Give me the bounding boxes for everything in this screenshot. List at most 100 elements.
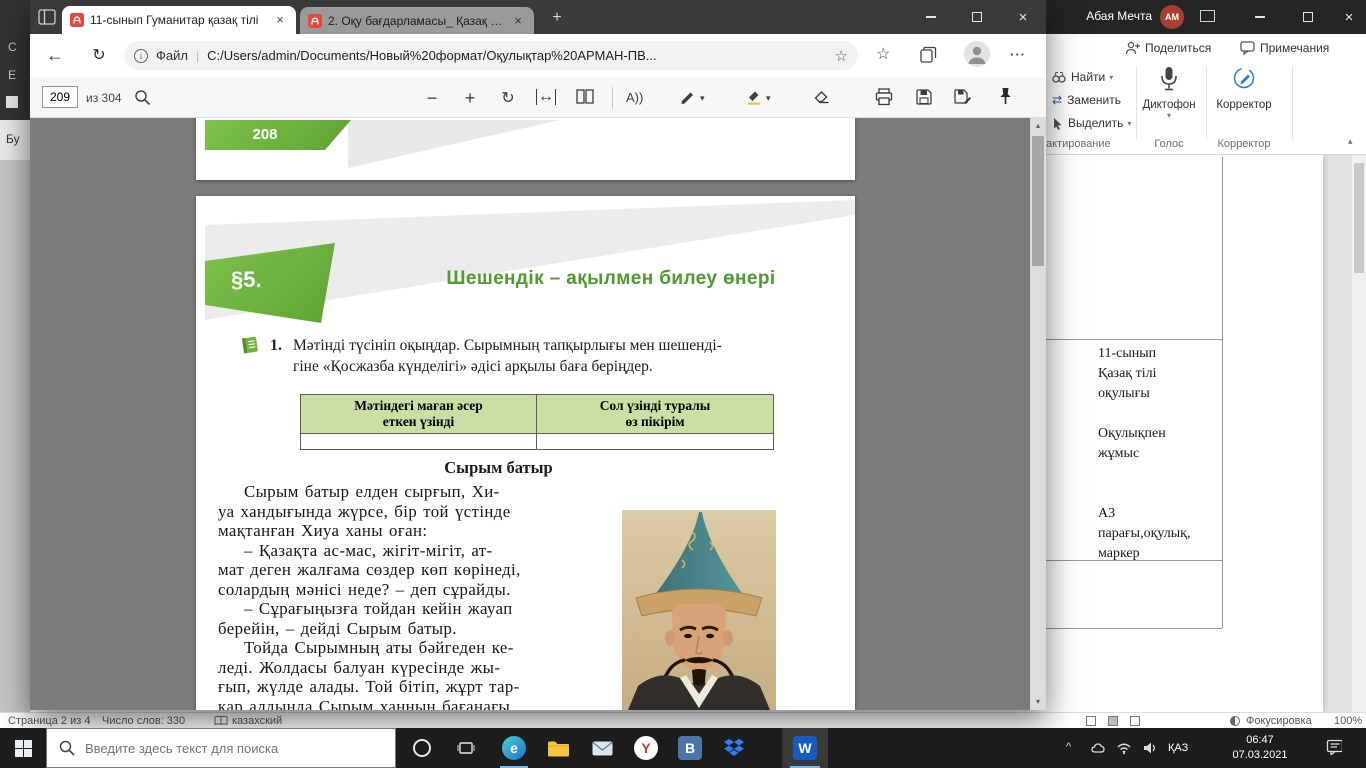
pdf-scrollbar-thumb[interactable]: [1032, 136, 1044, 266]
taskbar-mail[interactable]: [580, 728, 624, 768]
page-number-flag: 208: [205, 120, 351, 150]
taskbar-vk[interactable]: B: [668, 728, 712, 768]
address-url[interactable]: C:/Users/admin/Documents/Новый%20формат/…: [207, 48, 834, 63]
taskbar-edge[interactable]: e: [492, 728, 536, 768]
pdf-toolbar: из 304 − + ↻ ↔ A)) ▾ ▾: [30, 77, 1046, 118]
tab-close-icon[interactable]: ×: [510, 13, 526, 29]
read-aloud-icon[interactable]: A)): [626, 90, 643, 105]
start-button[interactable]: [0, 728, 46, 768]
dictate-button[interactable]: Диктофон ▾: [1138, 66, 1200, 120]
select-button[interactable]: Выделить ▾: [1052, 114, 1131, 132]
settings-more-icon[interactable]: ···: [1010, 47, 1026, 62]
action-center-icon[interactable]: [1326, 739, 1342, 755]
status-page[interactable]: Страница 2 из 4: [8, 715, 90, 727]
syrym-batyr-portrait: [622, 510, 776, 710]
tray-language[interactable]: ҚАЗ: [1168, 742, 1188, 754]
profile-avatar[interactable]: [964, 41, 990, 67]
info-icon[interactable]: i: [134, 49, 148, 63]
draw-pen-icon[interactable]: [680, 89, 696, 105]
taskbar-dropbox[interactable]: [712, 728, 756, 768]
tab-title: 11-сынып Гуманитар қазақ тілі: [90, 13, 266, 27]
scroll-up-icon[interactable]: ▴: [1030, 118, 1046, 134]
edge-minimize-button[interactable]: [908, 0, 954, 34]
highlighter-icon[interactable]: [746, 88, 762, 105]
ribbon-separator: [1206, 66, 1207, 140]
edge-icon: e: [502, 736, 526, 760]
search-input[interactable]: [85, 741, 383, 756]
edge-close-button[interactable]: ×: [1000, 0, 1046, 34]
tray-show-hidden-icon[interactable]: ^: [1066, 741, 1071, 753]
word-restore-button[interactable]: [1286, 0, 1330, 34]
word-scrollbar-track[interactable]: [1352, 155, 1366, 712]
view-read-mode-icon[interactable]: [1086, 716, 1096, 726]
collections-icon[interactable]: [920, 46, 937, 63]
address-bar[interactable]: i Файл | C:/Users/admin/Documents/Новый%…: [124, 41, 858, 70]
print-icon[interactable]: [875, 88, 893, 106]
story-paragraph: Сырым батыр елден сырғып, Хи- уа хандығы…: [218, 482, 620, 541]
eraser-icon[interactable]: [814, 90, 831, 104]
save-as-icon[interactable]: [954, 89, 972, 105]
background-fragment: Бу: [6, 132, 20, 146]
view-print-layout-icon[interactable]: [1108, 716, 1118, 726]
favorites-icon[interactable]: ☆: [876, 44, 890, 64]
table-header-col2: Сол үзінді туралы өз пікірім: [536, 394, 774, 434]
pin-toolbar-icon[interactable]: [998, 87, 1013, 106]
taskbar-file-explorer[interactable]: [536, 728, 580, 768]
account-avatar[interactable]: АМ: [1160, 5, 1184, 29]
ribbon-display-options-icon[interactable]: [1200, 10, 1215, 22]
word-table-cell-text[interactable]: 11-сынып Қазақ тілі оқулығы Оқулықпен жұ…: [1098, 344, 1218, 564]
add-favorite-star-icon[interactable]: ☆: [835, 47, 848, 65]
refresh-icon[interactable]: ↻: [86, 43, 112, 69]
tray-clock[interactable]: 06:47 07.03.2021: [1212, 733, 1308, 763]
tray-time: 06:47: [1212, 733, 1308, 748]
fit-width-icon[interactable]: ↔: [536, 89, 556, 105]
rotate-icon[interactable]: ↻: [496, 86, 520, 110]
cortana-button[interactable]: [400, 728, 444, 768]
find-button[interactable]: Найти ▾: [1052, 68, 1113, 86]
share-button[interactable]: Поделиться: [1125, 37, 1211, 59]
page-total-label: из 304: [86, 91, 122, 105]
pdf-content-area[interactable]: 208 §5. Шешендік – ақылмен билеу өнері 1…: [30, 118, 1046, 710]
tab-close-icon[interactable]: ×: [272, 12, 288, 28]
status-focus[interactable]: Фокусировка: [1246, 715, 1312, 727]
status-zoom[interactable]: 100%: [1334, 715, 1362, 727]
toolbar-separator: [612, 87, 613, 109]
story-paragraph: Тойда Сырымның аты бәйгеден ке- леді. Жо…: [218, 638, 620, 710]
comments-button[interactable]: Примечания: [1240, 37, 1329, 59]
tab-inactive[interactable]: 2. Оқу бағдарламасы_ Қазақ тіл ×: [300, 7, 534, 34]
back-icon[interactable]: ←: [42, 42, 68, 68]
pdf-scrollbar-track[interactable]: ▴ ▾: [1030, 118, 1046, 710]
zoom-out-icon[interactable]: −: [420, 86, 444, 110]
volume-icon[interactable]: [1142, 740, 1158, 756]
view-web-layout-icon[interactable]: [1130, 716, 1140, 726]
save-icon[interactable]: [916, 89, 932, 105]
zoom-in-icon[interactable]: +: [458, 86, 482, 110]
new-tab-button[interactable]: +: [546, 7, 568, 29]
scroll-down-icon[interactable]: ▾: [1030, 694, 1046, 710]
page-view-icon[interactable]: [576, 89, 594, 105]
vertical-tabs-icon[interactable]: [38, 9, 56, 25]
tab-active[interactable]: 11-сынып Гуманитар қазақ тілі ×: [62, 6, 296, 34]
background-fragment: С: [8, 40, 17, 54]
editor-button[interactable]: Корректор: [1208, 66, 1280, 111]
highlight-caret-icon[interactable]: ▾: [766, 93, 771, 104]
status-word-count[interactable]: Число слов: 330: [102, 715, 185, 727]
page-number-input[interactable]: [42, 86, 78, 108]
task-view-button[interactable]: [444, 728, 488, 768]
network-wifi-icon[interactable]: [1116, 740, 1132, 756]
ribbon-collapse-icon[interactable]: ▴: [1348, 136, 1353, 147]
draw-caret-icon[interactable]: ▾: [700, 93, 705, 104]
onedrive-cloud-icon[interactable]: [1090, 740, 1106, 756]
lesson-title: Шешендік – ақылмен билеу өнері: [376, 268, 846, 290]
taskbar-search[interactable]: [46, 728, 396, 768]
taskbar-word-active[interactable]: W: [782, 728, 828, 768]
search-icon[interactable]: [134, 89, 151, 106]
word-scrollbar-thumb[interactable]: [1354, 163, 1364, 273]
word-close-button[interactable]: ×: [1332, 0, 1366, 34]
dictate-caret-icon: ▾: [1138, 111, 1200, 120]
taskbar-yandex[interactable]: Y: [624, 728, 668, 768]
word-minimize-button[interactable]: [1238, 0, 1282, 34]
status-language[interactable]: казахский: [232, 715, 282, 727]
edge-maximize-button[interactable]: [954, 0, 1000, 34]
replace-button[interactable]: ⇄ Заменить: [1052, 91, 1121, 109]
